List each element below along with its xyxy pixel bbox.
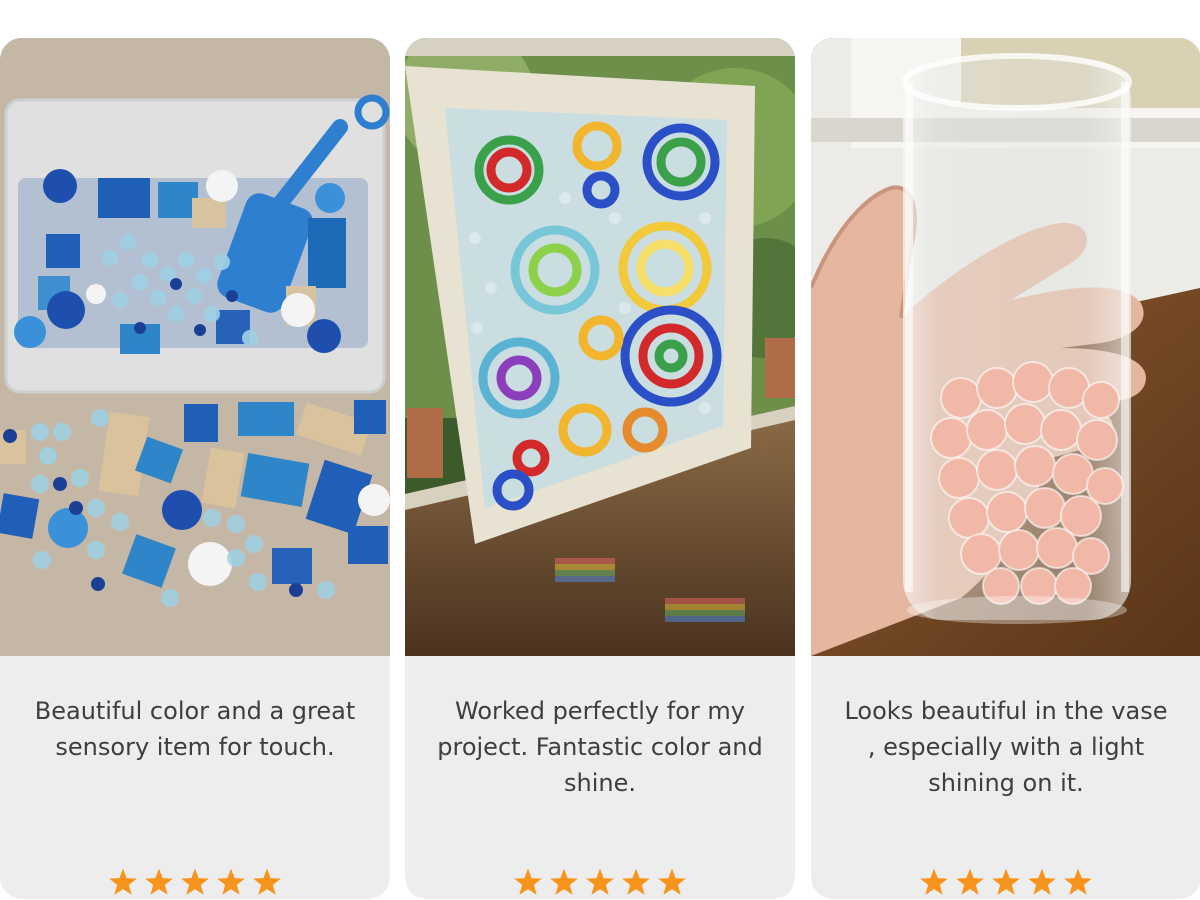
review-photo-suncatcher-window (405, 38, 795, 656)
star-rating (0, 868, 390, 896)
star-icon (621, 868, 651, 896)
star-icon (180, 868, 210, 896)
star-icon (144, 868, 174, 896)
review-text: Looks beautiful in the vase , especially… (844, 697, 1168, 797)
review-card: Worked perfectly for my project. Fantast… (405, 38, 795, 899)
star-icon (549, 868, 579, 896)
review-photo-glass-vase (811, 38, 1200, 656)
star-icon (1027, 868, 1057, 896)
star-icon (513, 868, 543, 896)
star-icon (252, 868, 282, 896)
star-rating (811, 868, 1200, 896)
review-text: Worked perfectly for my project. Fantast… (437, 697, 763, 797)
review-text: Beautiful color and a great sensory item… (34, 697, 356, 761)
review-card: Beautiful color and a great sensory item… (0, 38, 390, 899)
star-icon (216, 868, 246, 896)
review-grid: Beautiful color and a great sensory item… (0, 0, 1200, 900)
star-icon (657, 868, 687, 896)
star-rating (405, 868, 795, 896)
star-icon (991, 868, 1021, 896)
star-icon (1063, 868, 1093, 896)
star-icon (585, 868, 615, 896)
star-icon (108, 868, 138, 896)
review-photo-sensory-bin (0, 38, 390, 656)
star-icon (919, 868, 949, 896)
review-card: Looks beautiful in the vase , especially… (811, 38, 1200, 899)
star-icon (955, 868, 985, 896)
